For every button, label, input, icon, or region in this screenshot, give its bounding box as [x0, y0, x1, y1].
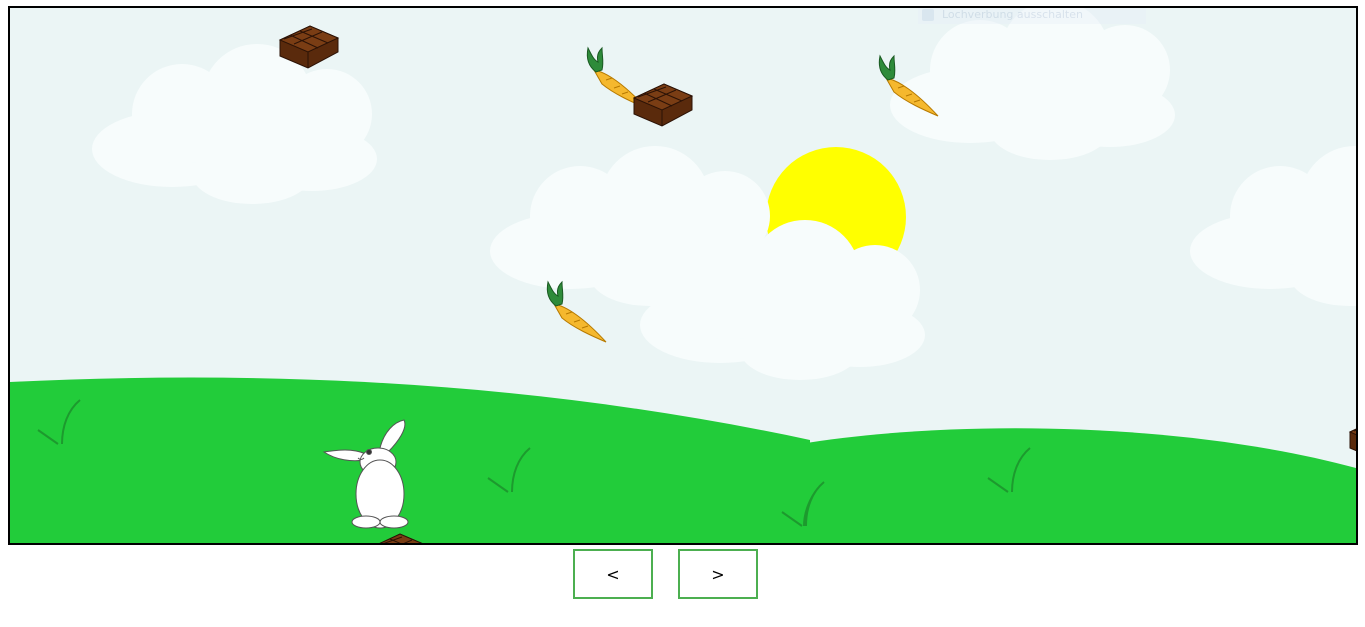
previous-button[interactable]: < [573, 549, 653, 599]
overlay-notice: Lochverbung ausschalten [918, 8, 1146, 24]
carrot-icon [546, 281, 607, 343]
cloud [1190, 146, 1356, 306]
game-canvas[interactable]: Lochverbung ausschalten [8, 6, 1358, 545]
hill-right [800, 428, 1356, 543]
hill-left [10, 377, 810, 543]
game-scene [10, 8, 1356, 543]
info-icon [922, 9, 934, 21]
chocolate-bar-icon [633, 83, 693, 127]
cloud [890, 8, 1175, 160]
chocolate-bar-icon [1349, 417, 1356, 461]
next-button[interactable]: > [678, 549, 758, 599]
overlay-notice-text: Lochverbung ausschalten [942, 8, 1083, 21]
cloud [92, 44, 377, 204]
